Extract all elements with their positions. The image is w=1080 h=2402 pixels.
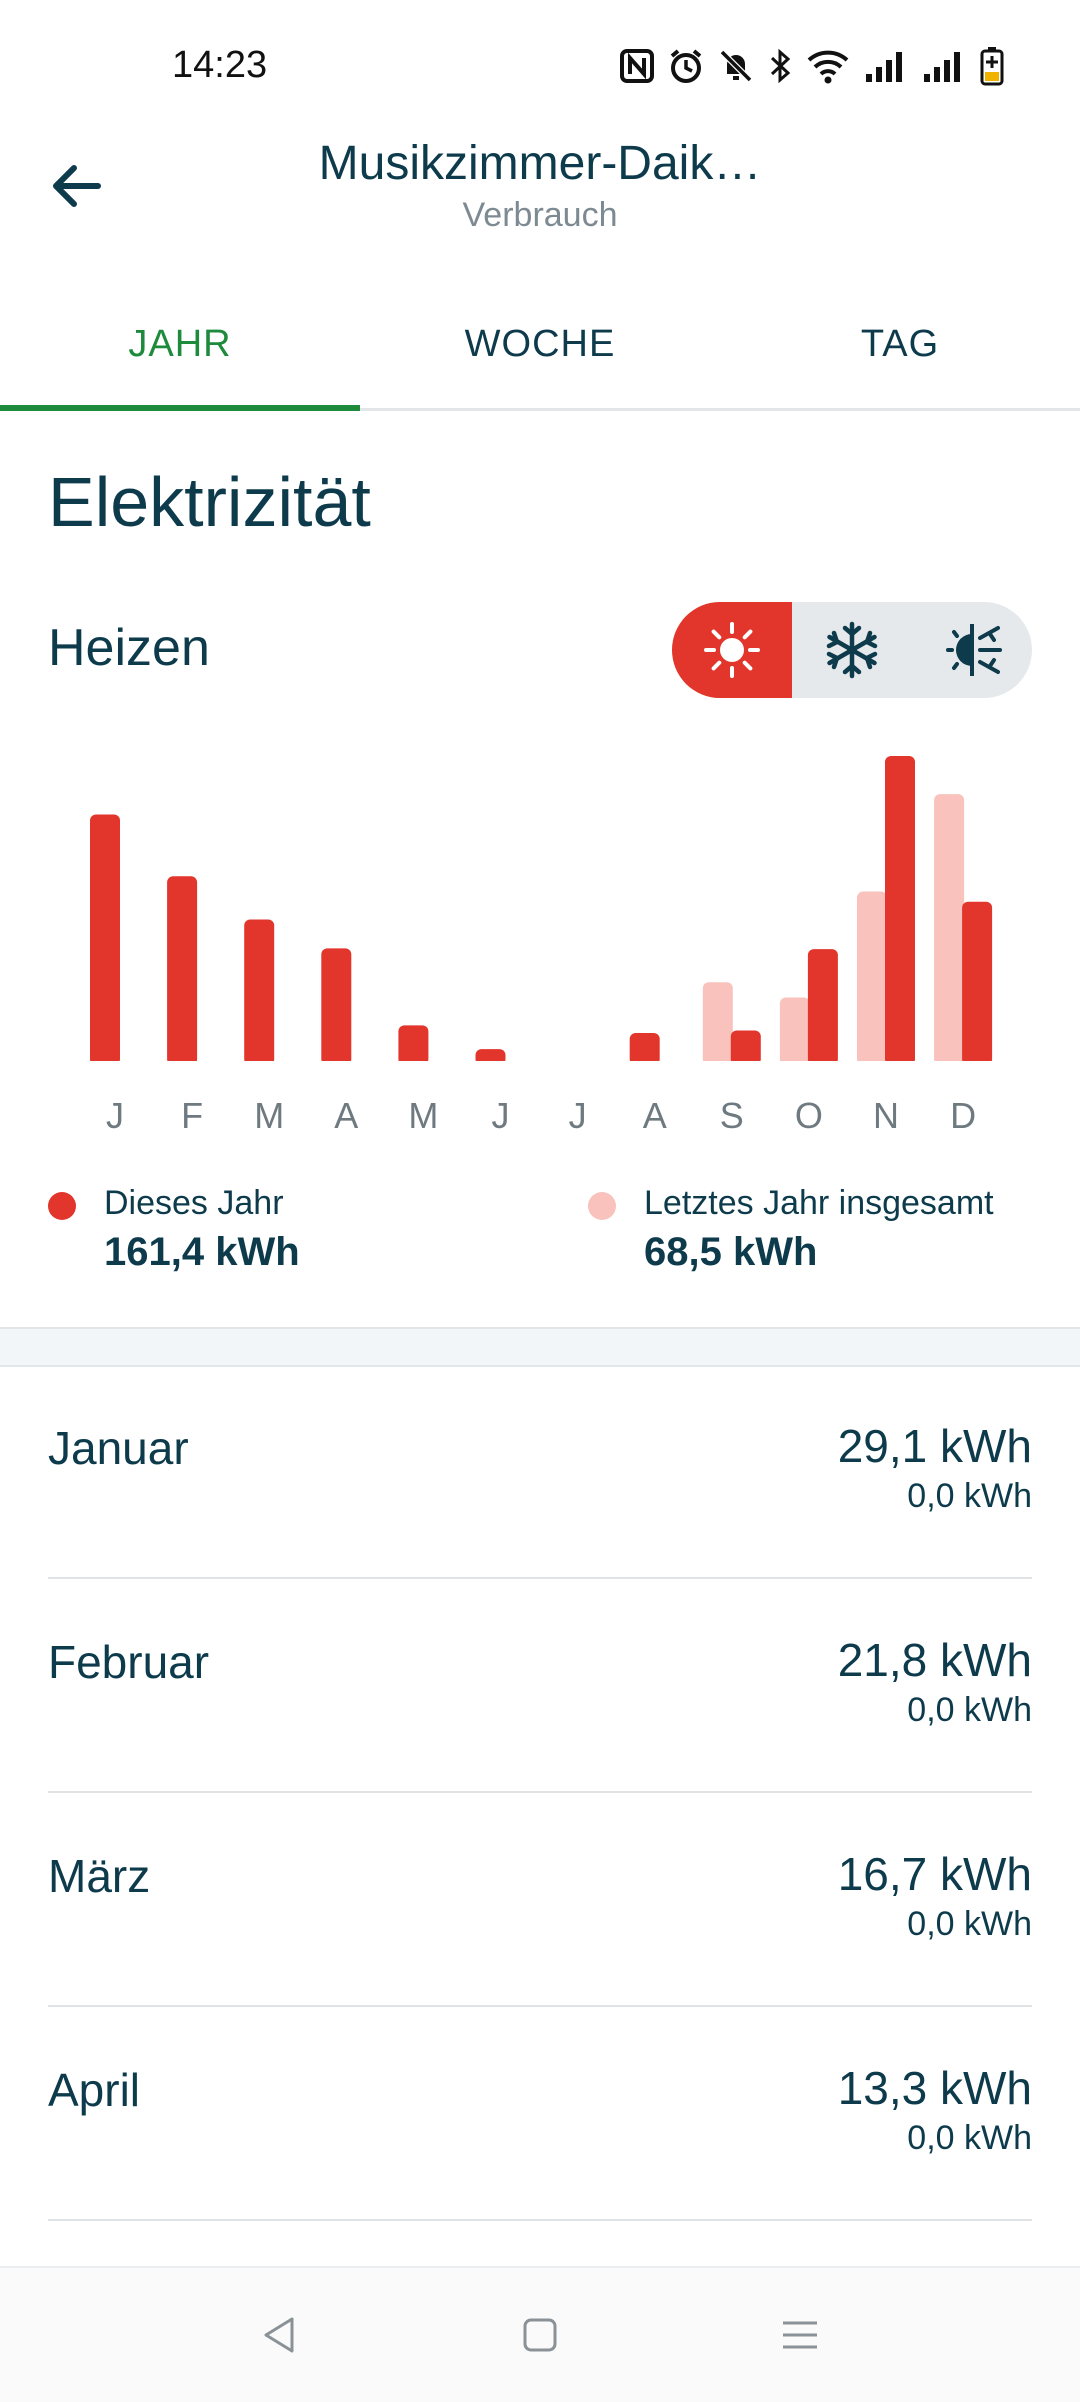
wifi-icon	[807, 50, 849, 84]
tab-woche[interactable]: WOCHE	[360, 280, 720, 408]
legend-label-this-year: Dieses Jahr	[104, 1184, 284, 1222]
mode-label: Heizen	[48, 619, 210, 677]
x-tick-label: J	[569, 1095, 587, 1136]
list-item[interactable]: März 16,7 kWh 0,0 kWh	[48, 1793, 1032, 2007]
legend-dot-last-year	[588, 1192, 616, 1220]
nav-back-button[interactable]	[250, 2305, 310, 2365]
bar-this-year	[962, 901, 993, 1061]
section-divider	[0, 1327, 1080, 1367]
bar-last-year	[779, 997, 810, 1061]
bar-last-year	[702, 982, 733, 1061]
monthly-list: Januar 29,1 kWh 0,0 kWh Februar 21,8 kWh…	[48, 1365, 1032, 2221]
month-name: Januar	[48, 1422, 189, 1474]
bar-this-year	[244, 919, 275, 1061]
page-title: Musikzimmer-Daik…	[318, 137, 762, 190]
bar-last-year	[857, 891, 887, 1061]
x-tick-label: A	[334, 1095, 358, 1136]
cooling-mode-button[interactable]	[792, 602, 912, 698]
bar-this-year	[629, 1033, 660, 1061]
tab-tag[interactable]: TAG	[720, 280, 1080, 408]
x-tick-label: M	[254, 1095, 284, 1136]
tab-jahr[interactable]: JAHR	[0, 280, 360, 411]
nav-home-button[interactable]	[510, 2305, 570, 2365]
bar-this-year	[885, 756, 915, 1061]
period-tabs: JAHR WOCHE TAG	[0, 280, 1080, 411]
month-name: März	[48, 1850, 151, 1902]
heat-cool-auto-icon	[946, 624, 1002, 676]
month-name: Februar	[48, 1636, 210, 1688]
bar-this-year	[167, 876, 198, 1061]
nfc-icon	[620, 49, 654, 83]
x-tick-label: J	[492, 1095, 510, 1136]
legend-value-last-year: 68,5 kWh	[644, 1230, 818, 1274]
mute-icon	[719, 49, 753, 83]
x-tick-label: N	[873, 1095, 899, 1136]
bar-this-year	[321, 948, 352, 1061]
heating-mode-button[interactable]	[672, 602, 792, 698]
page-subtitle: Verbrauch	[462, 196, 618, 234]
x-tick-label: M	[408, 1095, 438, 1136]
bluetooth-icon	[770, 48, 791, 84]
auto-mode-button[interactable]	[912, 602, 1032, 698]
x-tick-label: D	[950, 1095, 976, 1136]
mode-toggle	[672, 602, 1032, 698]
consumption-bar-chart: JFMAMJJASOND	[90, 756, 993, 1136]
x-tick-label: A	[643, 1095, 667, 1136]
menu-lines-icon	[783, 2321, 817, 2349]
month-value: 13,3 kWh	[837, 2062, 1032, 2114]
snowflake-cooling-icon	[826, 621, 878, 679]
x-tick-label: O	[795, 1095, 823, 1136]
home-square-icon	[523, 2318, 557, 2352]
bar-this-year	[730, 1030, 761, 1061]
sun-heating-icon	[704, 622, 760, 678]
month-prev-value: 0,0 kWh	[907, 1477, 1032, 1515]
bar-this-year	[398, 1025, 429, 1061]
month-prev-value: 0,0 kWh	[907, 1905, 1032, 1943]
x-tick-label: S	[720, 1095, 744, 1136]
status-icons	[620, 46, 1004, 86]
list-item[interactable]: Januar 29,1 kWh 0,0 kWh	[48, 1365, 1032, 1579]
legend-value-this-year: 161,4 kWh	[104, 1230, 300, 1274]
list-item[interactable]: Februar 21,8 kWh 0,0 kWh	[48, 1579, 1032, 1793]
signal-icon	[924, 52, 960, 82]
battery-icon	[980, 47, 1004, 86]
legend-dot-this-year	[48, 1192, 76, 1220]
section-title: Elektrizität	[48, 463, 371, 541]
bar-this-year	[807, 949, 838, 1061]
bar-this-year	[90, 814, 120, 1061]
month-value: 16,7 kWh	[837, 1848, 1032, 1900]
month-prev-value: 0,0 kWh	[907, 2119, 1032, 2157]
alarm-icon	[670, 49, 702, 83]
list-item[interactable]: April 13,3 kWh 0,0 kWh	[48, 2007, 1032, 2221]
signal-icon	[866, 52, 902, 82]
x-tick-label: F	[181, 1095, 203, 1136]
status-time: 14:23	[172, 44, 268, 86]
x-tick-label: J	[106, 1095, 124, 1136]
back-triangle-icon	[264, 2317, 294, 2353]
legend-label-last-year: Letztes Jahr insgesamt	[644, 1184, 994, 1222]
month-prev-value: 0,0 kWh	[907, 1691, 1032, 1729]
month-value: 29,1 kWh	[837, 1420, 1032, 1472]
bar-last-year	[934, 794, 965, 1061]
bar-this-year	[475, 1049, 506, 1061]
nav-menu-button[interactable]	[770, 2305, 830, 2365]
month-value: 21,8 kWh	[837, 1634, 1032, 1686]
system-nav-bar	[0, 2266, 1080, 2402]
month-name: April	[48, 2064, 141, 2116]
